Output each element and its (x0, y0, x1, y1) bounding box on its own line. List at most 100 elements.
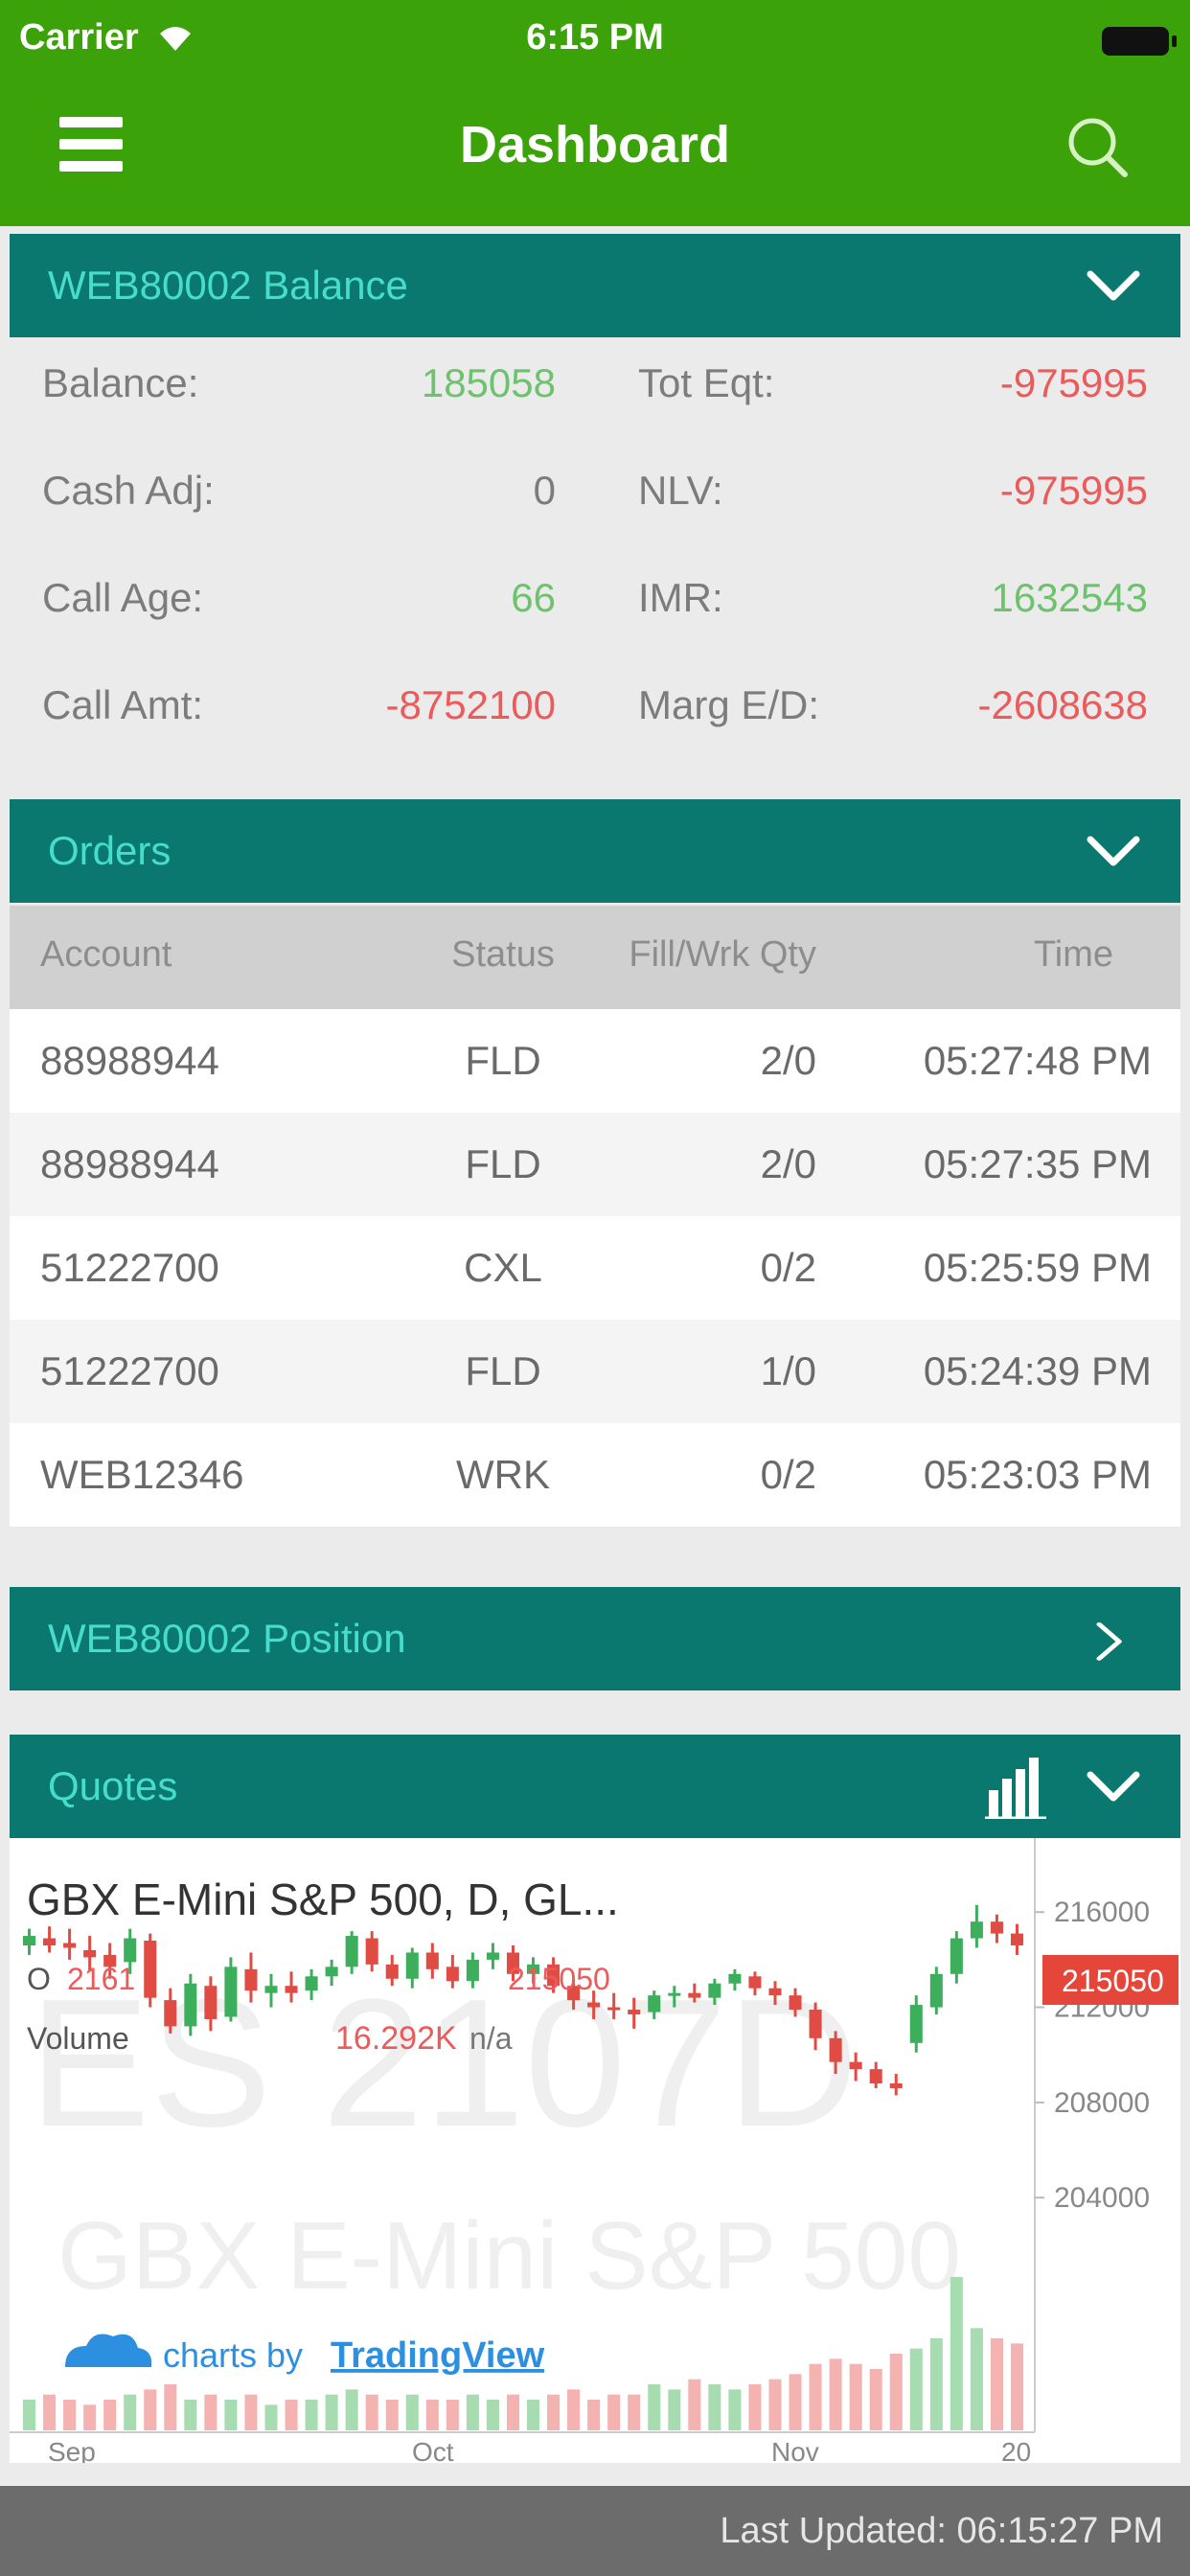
cash-adj-label: Cash Adj: (42, 468, 215, 513)
candle (83, 1949, 97, 1958)
candle (63, 1943, 77, 1948)
nlv-value: -975995 (999, 468, 1148, 513)
balance-section-header[interactable]: WEB80002 Balance (10, 234, 1180, 337)
volume-bar (587, 2400, 601, 2430)
candle (124, 1938, 137, 1963)
candle (668, 1992, 681, 1996)
table-row[interactable]: 51222700 FLD 1/0 05:24:39 PM (10, 1320, 1180, 1423)
nav-bar: Carrier 6:15 PM Dashboard (0, 0, 1190, 226)
marg-ed-value: -2608638 (977, 682, 1149, 727)
chevron-down-icon[interactable] (1085, 263, 1142, 309)
cell-account: 88988944 (40, 1141, 219, 1186)
volume-bar (264, 2404, 278, 2430)
balance-row: Cash Adj: 0 NLV: -975995 (10, 468, 1180, 544)
dashboard-screen: Carrier 6:15 PM Dashboard WEB80002 Balan… (0, 0, 1190, 2576)
volume-bar (63, 2400, 77, 2430)
position-section-header[interactable]: WEB80002 Position (10, 1587, 1180, 1690)
candle (345, 1936, 358, 1967)
balance-panel: Balance: 185058 Tot Eqt: -975995 Cash Ad… (10, 337, 1180, 759)
candle (264, 1986, 278, 1993)
candle (587, 2002, 601, 2008)
candle (809, 2010, 822, 2038)
volume-bar (869, 2369, 882, 2430)
call-amt-label: Call Amt: (42, 682, 204, 727)
cell-qty: 0/2 (760, 1245, 816, 1290)
chart-bars-icon[interactable] (985, 1752, 1046, 1819)
time-tick: Oct (412, 2437, 454, 2463)
candle (224, 1966, 238, 2017)
table-row[interactable]: 88988944 FLD 2/0 05:27:35 PM (10, 1113, 1180, 1216)
candlestick-chart[interactable]: ES 2107D GBX E-Mini S&P 500 GBX E-Mini S… (10, 1838, 1180, 2463)
candle (648, 1995, 661, 2012)
volume-bar (809, 2363, 822, 2430)
volume-bar (345, 2389, 358, 2430)
candle (990, 1921, 1003, 1934)
candle (789, 1995, 802, 2011)
volume-bar (425, 2400, 439, 2430)
call-amt-value: -8752100 (385, 682, 557, 727)
status-time: 6:15 PM (526, 17, 664, 58)
volume-bar (365, 2394, 378, 2430)
tot-eqt-value: -975995 (999, 360, 1148, 405)
candle (405, 1952, 419, 1979)
cell-account: 51222700 (40, 1348, 219, 1393)
quotes-section-header[interactable]: Quotes (10, 1735, 1180, 1838)
orders-section-header[interactable]: Orders (10, 799, 1180, 903)
cell-status: WRK (456, 1452, 550, 1497)
candle (365, 1938, 378, 1965)
volume-bar (889, 2354, 903, 2430)
volume-bar (929, 2338, 943, 2430)
candle (305, 1976, 318, 1991)
tot-eqt-label: Tot Eqt: (638, 360, 775, 405)
candle (628, 2010, 641, 2014)
table-row[interactable]: 88988944 FLD 2/0 05:27:48 PM (10, 1009, 1180, 1113)
volume-bar (628, 2394, 641, 2430)
chevron-right-icon[interactable] (1088, 1608, 1134, 1675)
candle (285, 1986, 298, 1993)
credit-prefix: charts by (163, 2335, 303, 2375)
time-tick: Nov (771, 2437, 819, 2463)
volume-bar (607, 2394, 621, 2430)
footer-bar: Last Updated: 06:15:27 PM (0, 2486, 1190, 2576)
candle (869, 2069, 882, 2083)
battery-icon (1102, 27, 1177, 56)
volume-bar (103, 2400, 117, 2430)
chevron-down-icon[interactable] (1085, 828, 1142, 874)
candle (909, 2005, 923, 2043)
volume-bar (829, 2358, 842, 2430)
cell-qty: 0/2 (760, 1452, 816, 1497)
table-row[interactable]: 51222700 CXL 0/2 05:25:59 PM (10, 1216, 1180, 1320)
volume-bar (789, 2374, 802, 2430)
volume-bar (184, 2400, 197, 2430)
cell-account: WEB12346 (40, 1452, 244, 1497)
position-section-title: WEB80002 Position (48, 1616, 406, 1661)
orders-table-header: Account Status Fill/Wrk Qty Time (10, 906, 1180, 1009)
time-tick: 20 (1001, 2437, 1031, 2463)
volume-bar (748, 2384, 762, 2430)
volume-bar (950, 2277, 963, 2430)
table-row[interactable]: WEB12346 WRK 0/2 05:23:03 PM (10, 1423, 1180, 1527)
candle (446, 1966, 459, 1982)
cell-qty: 2/0 (760, 1141, 816, 1186)
credit-brand[interactable]: TradingView (331, 2335, 545, 2376)
candle (929, 1973, 943, 2008)
ohlc-o-label: O (27, 1962, 51, 1996)
price-tick: 216000 (1054, 1897, 1150, 1928)
volume-bar (909, 2348, 923, 2430)
balance-row: Call Age: 66 IMR: 1632543 (10, 575, 1180, 652)
volume-bar (325, 2394, 338, 2430)
cell-time: 05:24:39 PM (923, 1348, 1152, 1393)
volume-bar (990, 2338, 1003, 2430)
volume-bar (164, 2384, 177, 2430)
quotes-chart[interactable]: ES 2107D GBX E-Mini S&P 500 GBX E-Mini S… (10, 1838, 1180, 2463)
ohlc-open-value: 2161 (67, 1962, 135, 1996)
time-tick: Sep (48, 2437, 96, 2463)
volume-bar (526, 2400, 540, 2430)
price-tick: 204000 (1054, 2182, 1150, 2214)
chevron-down-icon[interactable] (1085, 1763, 1142, 1809)
volume-bar (1010, 2343, 1024, 2430)
candle (688, 1992, 701, 1998)
cell-time: 05:27:48 PM (923, 1038, 1152, 1083)
candle (385, 1964, 399, 1979)
search-icon[interactable] (1064, 113, 1131, 180)
